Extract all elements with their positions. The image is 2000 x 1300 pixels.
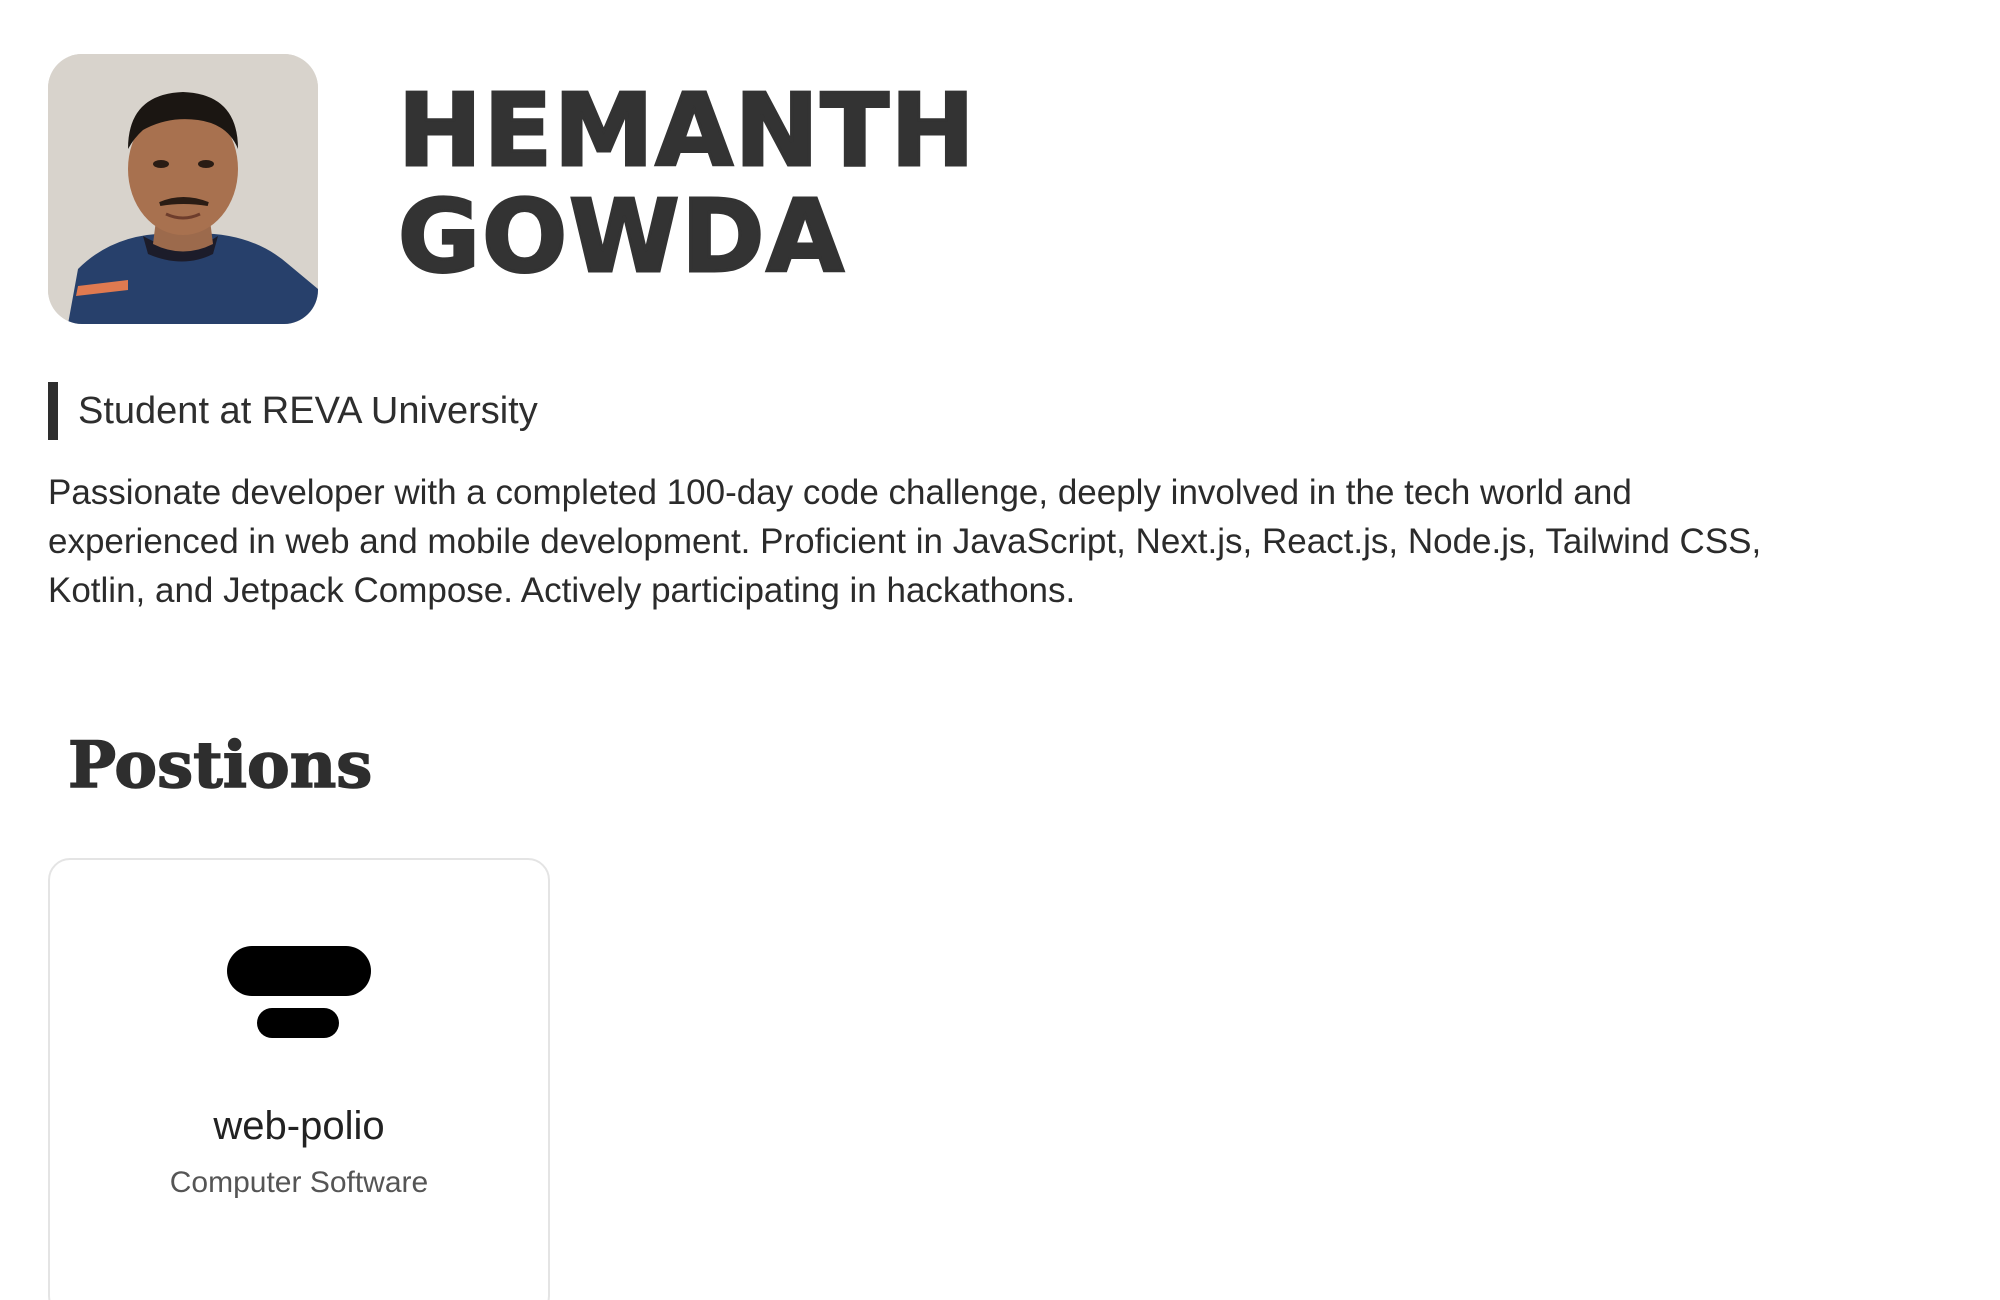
position-company: web-polio [213, 1104, 385, 1148]
name-first: HEMANTH [397, 72, 977, 189]
profile-headline: Student at REVA University [48, 382, 538, 440]
avatar [48, 54, 318, 324]
name-last: GOWDA [397, 178, 846, 295]
profile-page: HEMANTH GOWDA Student at REVA University… [0, 0, 2000, 1300]
web-polio-logo-icon [227, 946, 371, 1038]
position-role: Full Stack Engineer [50, 1292, 548, 1300]
position-card[interactable]: web-polio Computer Software Full Stack E… [48, 858, 550, 1300]
positions-heading: Postions [67, 727, 373, 804]
position-industry: Computer Software [169, 1166, 429, 1199]
profile-bio: Passionate developer with a completed 10… [48, 473, 1762, 610]
headline-text: Student at REVA University [78, 389, 538, 432]
profile-photo-icon [48, 54, 318, 324]
profile-name: HEMANTH GOWDA [397, 72, 977, 295]
